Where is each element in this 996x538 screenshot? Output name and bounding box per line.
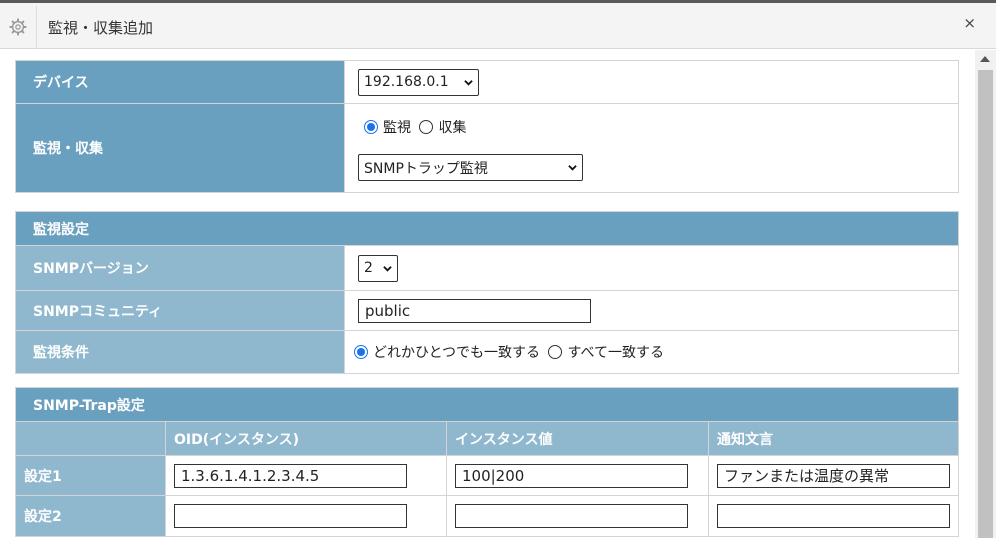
trap-settings-header: SNMP-Trap設定 [14,387,960,422]
radio-monitor[interactable] [364,120,378,134]
radio-any-match-label: どれかひとつでも一致する [373,345,541,361]
monitor-type-value: SNMPトラップ監視 [364,160,488,177]
snmp-version-label: SNMPバージョン [15,245,345,291]
message-input[interactable]: ファンまたは温度の異常 [717,463,950,488]
trap-settings-table: SNMP-Trap設定 OID(インスタンス) インスタンス値 通知文言 設定1… [14,387,960,537]
device-select-value: 192.168.0.1 [364,74,449,90]
radio-all-match[interactable] [548,345,563,359]
monitor-settings-header: 監視設定 [15,211,959,246]
title-separator [36,6,37,49]
dialog-title: 監視・収集追加 [48,19,154,37]
monitor-condition-label: 監視条件 [15,330,345,374]
device-label: デバイス [15,60,345,104]
radio-collect-label: 収集 [438,120,467,136]
instance-input[interactable] [455,504,688,528]
oid-input[interactable] [174,504,407,528]
device-select[interactable]: 192.168.0.1 [358,68,479,96]
dialog-titlebar: 監視・収集追加 × [0,3,996,49]
radio-all-match-label: すべて一致する [567,345,664,361]
monitor-collect-label: 監視・収集 [15,103,345,193]
chevron-down-icon [383,265,392,272]
scroll-up-icon[interactable] [980,56,990,62]
column-header-blank [15,421,166,456]
monitor-type-select[interactable]: SNMPトラップ監視 [358,154,583,181]
table-row: 設定1 1.3.6.1.4.1.2.3.4.5 100|200 ファンまたは温度… [15,455,960,496]
radio-collect[interactable] [419,120,434,134]
column-header-message: 通知文言 [707,421,960,456]
oid-input[interactable]: 1.3.6.1.4.1.2.3.4.5 [174,463,407,488]
radio-monitor-label: 監視 [383,120,411,136]
dialog-content: デバイス 192.168.0.1 監視・収集 監視 収集 SNMPトラップ監視 [0,50,975,538]
column-header-instance: インスタンス値 [446,421,709,456]
vertical-scrollbar[interactable] [975,50,996,538]
instance-input[interactable]: 100|200 [455,463,688,488]
row-label: 設定2 [15,495,166,537]
gear-icon [9,18,27,36]
device-table: デバイス 192.168.0.1 監視・収集 監視 収集 SNMPトラップ監視 [15,60,959,193]
close-icon[interactable]: × [963,14,976,32]
column-header-oid: OID(インスタンス) [165,421,447,456]
radio-any-match[interactable] [354,345,368,359]
scrollbar-thumb[interactable] [978,70,993,538]
snmp-community-input[interactable]: public [358,298,591,323]
snmp-version-value: 2 [364,260,373,276]
snmp-community-label: SNMPコミュニティ [15,290,345,331]
table-row: 設定2 [15,495,960,537]
chevron-down-icon [568,165,577,171]
row-label: 設定1 [15,455,166,496]
message-input[interactable] [717,504,950,528]
chevron-down-icon [464,79,473,86]
monitor-settings-table: 監視設定 SNMPバージョン 2 SNMPコミュニティ public 監視条件 … [15,211,959,374]
snmp-version-select[interactable]: 2 [358,254,398,282]
